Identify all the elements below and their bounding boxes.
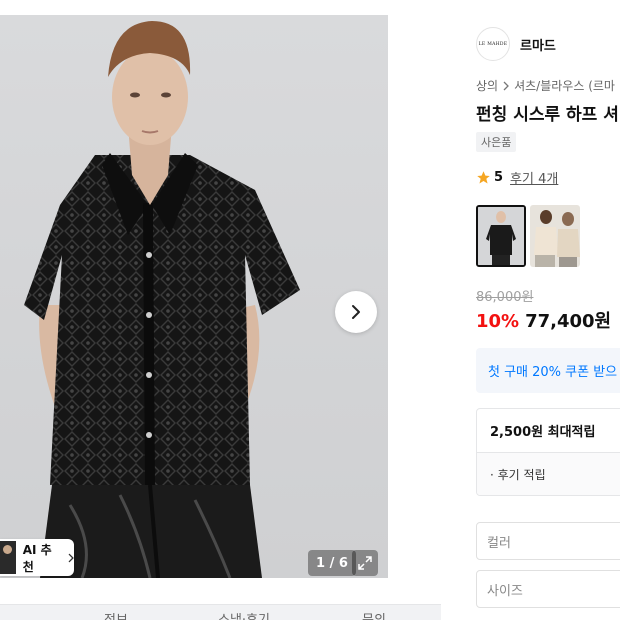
chevron-right-icon (68, 553, 74, 562)
expand-image-button[interactable] (352, 550, 378, 576)
points-box: 2,500원 최대적립 · 후기 적립 (476, 408, 620, 496)
breadcrumb-item-shirts[interactable]: 셔츠/블라우스 (르마 (514, 77, 615, 94)
color-select[interactable]: 컬러 (476, 522, 620, 560)
next-image-button[interactable] (335, 291, 377, 333)
color-thumbnail-beige[interactable] (530, 205, 580, 267)
star-icon (477, 171, 490, 184)
thumbnail-image (478, 207, 524, 265)
chevron-right-icon (352, 305, 360, 319)
expand-icon (358, 556, 372, 570)
breadcrumb-item-top[interactable]: 상의 (476, 77, 498, 94)
product-image-gallery[interactable]: 1 / 6 AI 추천 (0, 15, 388, 578)
rating-row: 5 후기 4개 (476, 168, 558, 187)
brand-link[interactable]: LE MAHDE 르마드 (476, 27, 556, 61)
ai-recommend-thumbnail (0, 541, 16, 574)
price-row: 10% 77,400원 (476, 307, 611, 333)
thumbnail-image (530, 205, 580, 267)
brand-logo: LE MAHDE (476, 27, 510, 61)
gift-badge: 사은품 (476, 132, 517, 152)
original-price: 86,000원 (476, 290, 534, 305)
brand-name: 르마드 (520, 38, 556, 54)
discount-rate: 10% (476, 311, 520, 332)
detail-tab-bar: 정보 스냅·후기 문의 (0, 604, 441, 620)
rating-value: 5 (494, 170, 504, 185)
chevron-right-icon (503, 81, 510, 90)
review-count-link[interactable]: 후기 4개 (510, 168, 558, 187)
breadcrumb: 상의 셔츠/블라우스 (르마 (476, 77, 615, 94)
ai-recommend-button[interactable]: AI 추천 (0, 539, 74, 576)
tab-snap-review[interactable]: 스냅·후기 (218, 609, 270, 620)
sale-price: 77,400원 (525, 311, 612, 332)
color-thumbnail-black[interactable] (476, 205, 526, 267)
ai-recommend-label: AI 추천 (22, 542, 52, 574)
size-select[interactable]: 사이즈 (476, 570, 620, 608)
tab-info[interactable]: 정보 (104, 609, 128, 620)
max-points-label: 2,500원 최대적립 (477, 409, 620, 453)
review-points-label: · 후기 적립 (477, 453, 620, 495)
first-purchase-coupon-banner[interactable]: 첫 구매 20% 쿠폰 받으 (476, 348, 620, 393)
product-title: 펀칭 시스루 하프 셔 (476, 105, 619, 125)
product-info-panel: LE MAHDE 르마드 상의 셔츠/블라우스 (르마 펀칭 시스루 하프 셔 … (459, 15, 620, 620)
image-counter: 1 / 6 (308, 550, 356, 576)
product-main-photo (24, 21, 300, 578)
tab-inquiry[interactable]: 문의 (362, 609, 386, 620)
